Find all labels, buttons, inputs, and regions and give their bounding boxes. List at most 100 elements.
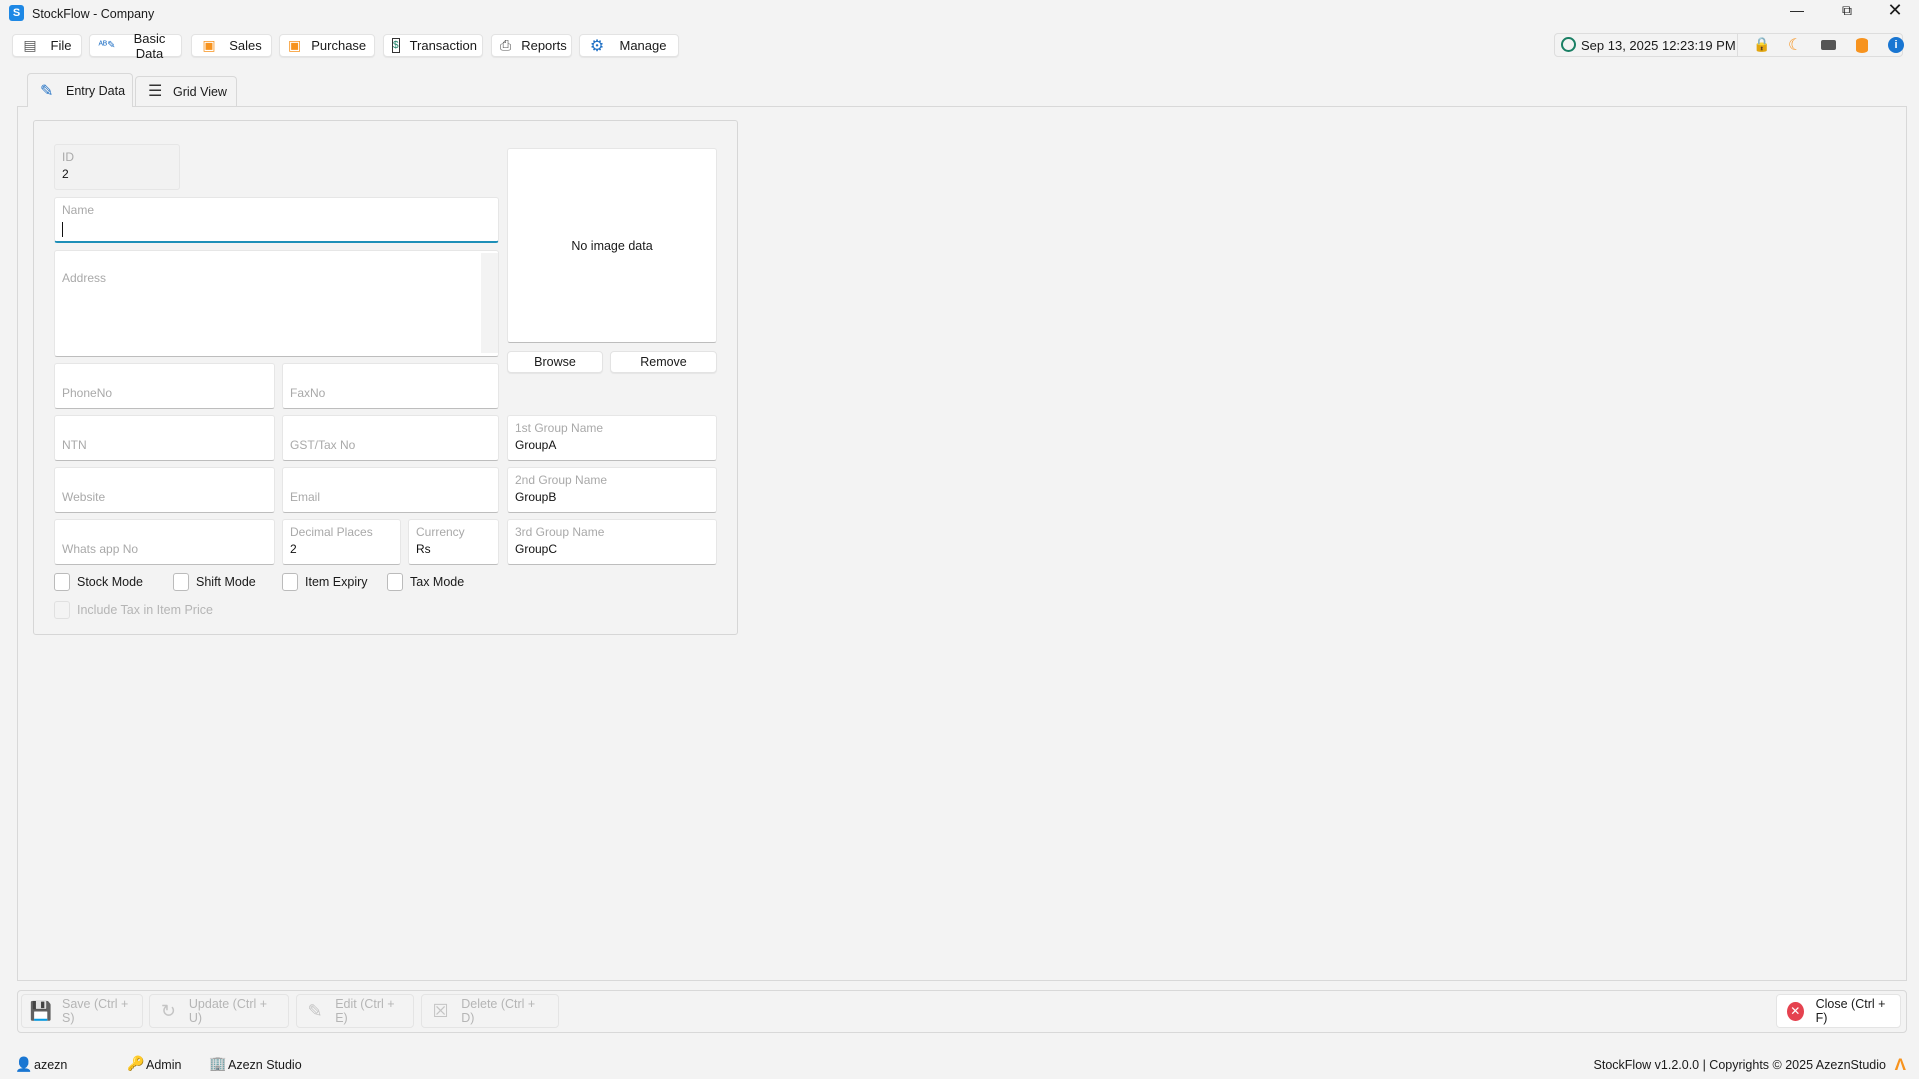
info-icon[interactable]: i	[1888, 37, 1904, 53]
currency-input[interactable]: Currency Rs	[408, 519, 499, 565]
tab-entry-data[interactable]: ✎ Entry Data	[27, 73, 133, 107]
edit-label: Edit (Ctrl + E)	[335, 997, 395, 1025]
ntn-label: NTN	[62, 438, 87, 452]
spellcheck-icon: ᴬᴮ✎	[98, 40, 116, 51]
item-expiry-checkbox[interactable]: Item Expiry	[282, 573, 368, 591]
menu-basic-data[interactable]: ᴬᴮ✎ Basic Data	[89, 31, 182, 61]
no-image-text: No image data	[571, 238, 653, 253]
text-cursor	[62, 222, 63, 237]
menu-label: Reports	[521, 38, 567, 53]
address-scrollbar[interactable]	[481, 253, 498, 353]
id-field: ID 2	[54, 144, 180, 190]
currency-label: Currency	[416, 525, 465, 539]
clock-icon	[1561, 37, 1576, 52]
menu-label: Manage	[619, 38, 667, 53]
close-label: Close (Ctrl + F)	[1815, 997, 1886, 1025]
email-input[interactable]: Email	[282, 467, 499, 513]
phone-label: PhoneNo	[62, 386, 113, 400]
company-name: Azezn Studio	[228, 1058, 302, 1072]
image-box: No image data	[507, 148, 717, 343]
keyboard-icon[interactable]	[1821, 40, 1836, 50]
phone-input[interactable]: PhoneNo	[54, 363, 275, 409]
decimal-value: 2	[290, 542, 297, 556]
menu-reports[interactable]: ⎙ Reports	[491, 34, 572, 57]
update-label: Update (Ctrl + U)	[188, 997, 268, 1025]
gear-icon: ⚙	[589, 37, 605, 55]
remove-button[interactable]: Remove	[610, 351, 717, 373]
remove-label: Remove	[640, 355, 687, 369]
update-button[interactable]: ↻ Update (Ctrl + U)	[149, 994, 289, 1028]
purchase-cart-icon: ▣	[288, 37, 302, 53]
checkbox-box[interactable]	[387, 573, 403, 591]
save-icon: 💾	[29, 1000, 53, 1021]
menu-label: Sales	[229, 38, 262, 53]
checkbox-box[interactable]	[282, 573, 298, 591]
close-circle-icon: ✕	[1787, 1001, 1804, 1021]
dark-mode-icon[interactable]: ☾	[1788, 35, 1802, 55]
gst-input[interactable]: GST/Tax No	[282, 415, 499, 461]
save-button[interactable]: 💾 Save (Ctrl + S)	[21, 994, 143, 1028]
whatsapp-label: Whats app No	[62, 542, 139, 556]
group3-label: 3rd Group Name	[515, 525, 605, 539]
pencil-icon: ✎	[40, 83, 54, 100]
delete-button[interactable]: ☒ Delete (Ctrl + D)	[421, 994, 559, 1028]
checkbox-box[interactable]	[54, 601, 70, 619]
tax-mode-checkbox[interactable]: Tax Mode	[387, 573, 464, 591]
database-icon[interactable]	[1856, 38, 1868, 53]
printer-icon: ⎙	[500, 37, 512, 53]
edit-button[interactable]: ✎ Edit (Ctrl + E)	[296, 994, 414, 1028]
menu-purchase[interactable]: ▣ Purchase	[279, 34, 375, 57]
include-tax-checkbox[interactable]: Include Tax in Item Price	[54, 601, 213, 619]
close-button[interactable]: ✕ Close (Ctrl + F)	[1776, 994, 1901, 1028]
group3-input[interactable]: 3rd Group Name GroupC	[507, 519, 717, 565]
user-icon: 👤	[15, 1056, 33, 1072]
stock-mode-checkbox[interactable]: Stock Mode	[54, 573, 143, 591]
group2-label: 2nd Group Name	[515, 473, 608, 487]
update-icon: ↻	[160, 1000, 176, 1021]
checkbox-label: Stock Mode	[77, 575, 144, 589]
tab-grid-view[interactable]: ☰ Grid View	[135, 76, 237, 106]
checkbox-box[interactable]	[173, 573, 189, 591]
close-window-button[interactable]: ✕	[1880, 0, 1910, 24]
checkbox-label: Tax Mode	[410, 575, 465, 589]
gst-label: GST/Tax No	[290, 438, 356, 452]
group2-input[interactable]: 2nd Group Name GroupB	[507, 467, 717, 513]
checkbox-box[interactable]	[54, 573, 70, 591]
shift-mode-checkbox[interactable]: Shift Mode	[173, 573, 256, 591]
window-title: StockFlow - Company	[32, 7, 155, 21]
address-input[interactable]: Address	[54, 250, 499, 357]
menu-label: Transaction	[409, 38, 477, 53]
decimal-label: Decimal Places	[290, 525, 373, 539]
whatsapp-input[interactable]: Whats app No	[54, 519, 275, 565]
user-name: azezn	[34, 1058, 68, 1072]
menu-manage[interactable]: ⚙ Manage	[579, 34, 679, 57]
ntn-input[interactable]: NTN	[54, 415, 275, 461]
fax-label: FaxNo	[290, 386, 326, 400]
menu-label: Purchase	[311, 38, 367, 53]
group2-value: GroupB	[515, 490, 557, 504]
browse-button[interactable]: Browse	[507, 351, 603, 373]
group1-value: GroupA	[515, 438, 557, 452]
user-role: Admin	[146, 1058, 182, 1072]
status-panel: Sep 13, 2025 12:23:19 PM 🔒 ☾ i	[1554, 33, 1904, 57]
menu-file[interactable]: ▤ File	[12, 34, 82, 57]
status-bar: 👤 azezn 🔑 Admin 🏢 Azezn Studio StockFlow…	[0, 1052, 1919, 1079]
save-label: Save (Ctrl + S)	[62, 997, 129, 1025]
menu-transaction[interactable]: $ Transaction	[383, 34, 483, 57]
checkbox-label: Include Tax in Item Price	[77, 603, 213, 617]
menu-sales[interactable]: ▣ Sales	[191, 34, 272, 57]
lock-icon[interactable]: 🔒	[1753, 36, 1770, 53]
delete-label: Delete (Ctrl + D)	[461, 997, 536, 1025]
address-label: Address	[62, 271, 107, 285]
name-input[interactable]: Name	[54, 197, 499, 243]
fax-input[interactable]: FaxNo	[282, 363, 499, 409]
decimal-places-input[interactable]: Decimal Places 2	[282, 519, 401, 565]
minimize-button[interactable]: —	[1782, 2, 1812, 26]
list-icon: ☰	[148, 83, 163, 100]
key-icon: 🔑	[127, 1055, 145, 1071]
website-input[interactable]: Website	[54, 467, 275, 513]
group1-input[interactable]: 1st Group Name GroupA	[507, 415, 717, 461]
group3-value: GroupC	[515, 542, 558, 556]
restore-button[interactable]: ⧉	[1832, 2, 1862, 26]
title-bar: S StockFlow - Company — ⧉ ✕	[0, 0, 1919, 30]
